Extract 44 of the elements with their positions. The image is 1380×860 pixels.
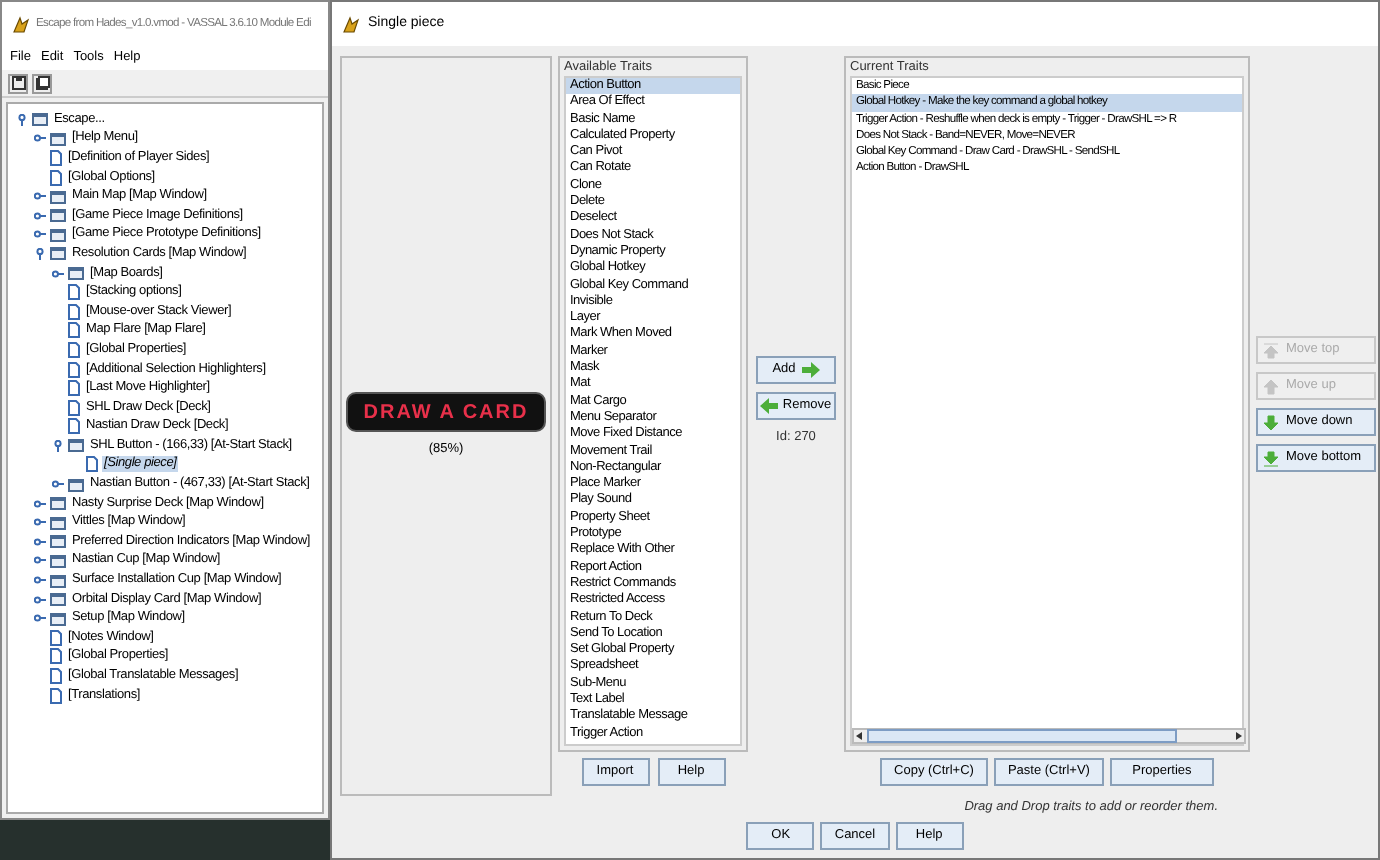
- folder-icon: [50, 189, 66, 204]
- expand-handle[interactable]: [34, 612, 46, 625]
- folder-icon: [50, 553, 66, 568]
- folder-icon: [50, 131, 66, 146]
- folder-icon: [68, 477, 84, 492]
- expand-handle[interactable]: [34, 132, 46, 145]
- expand-handle[interactable]: [34, 516, 46, 529]
- folder-icon: [50, 246, 66, 261]
- expand-handle[interactable]: [34, 497, 46, 510]
- folder-icon: [50, 496, 66, 511]
- arrow-down-icon: [1262, 413, 1280, 431]
- folder-icon: [68, 266, 84, 281]
- app-icon: [342, 15, 360, 33]
- collapse-handle[interactable]: [34, 247, 46, 260]
- arrow-up-icon: [1262, 377, 1280, 395]
- expand-handle[interactable]: [34, 209, 46, 222]
- arrow-down-icon: [1262, 449, 1280, 467]
- collapse-handle[interactable]: [52, 439, 64, 452]
- folder-icon: [50, 208, 66, 223]
- collapse-handle[interactable]: [16, 113, 28, 126]
- folder-icon: [50, 227, 66, 242]
- arrow-left-icon: [760, 398, 779, 414]
- folder-icon: [68, 438, 84, 453]
- piece-image: DRAW A CARD: [346, 392, 546, 433]
- save-icon[interactable]: [8, 73, 28, 93]
- expand-handle[interactable]: [34, 190, 46, 203]
- folder-icon: [32, 112, 48, 127]
- save-as-icon[interactable]: [32, 73, 52, 93]
- expand-handle[interactable]: [52, 478, 64, 491]
- arrow-up-icon: [1262, 341, 1280, 359]
- folder-icon: [50, 592, 66, 607]
- expand-handle[interactable]: [34, 574, 46, 587]
- page-icon: [86, 456, 98, 473]
- folder-icon: [50, 573, 66, 588]
- expand-handle[interactable]: [34, 228, 46, 241]
- expand-handle[interactable]: [34, 554, 46, 567]
- expand-handle[interactable]: [52, 267, 64, 280]
- expand-handle[interactable]: [34, 593, 46, 606]
- arrow-right-icon: [801, 362, 820, 378]
- app-icon: [12, 15, 30, 33]
- folder-icon: [50, 515, 66, 530]
- folder-icon: [50, 534, 66, 549]
- folder-icon: [50, 611, 66, 626]
- expand-handle[interactable]: [34, 535, 46, 548]
